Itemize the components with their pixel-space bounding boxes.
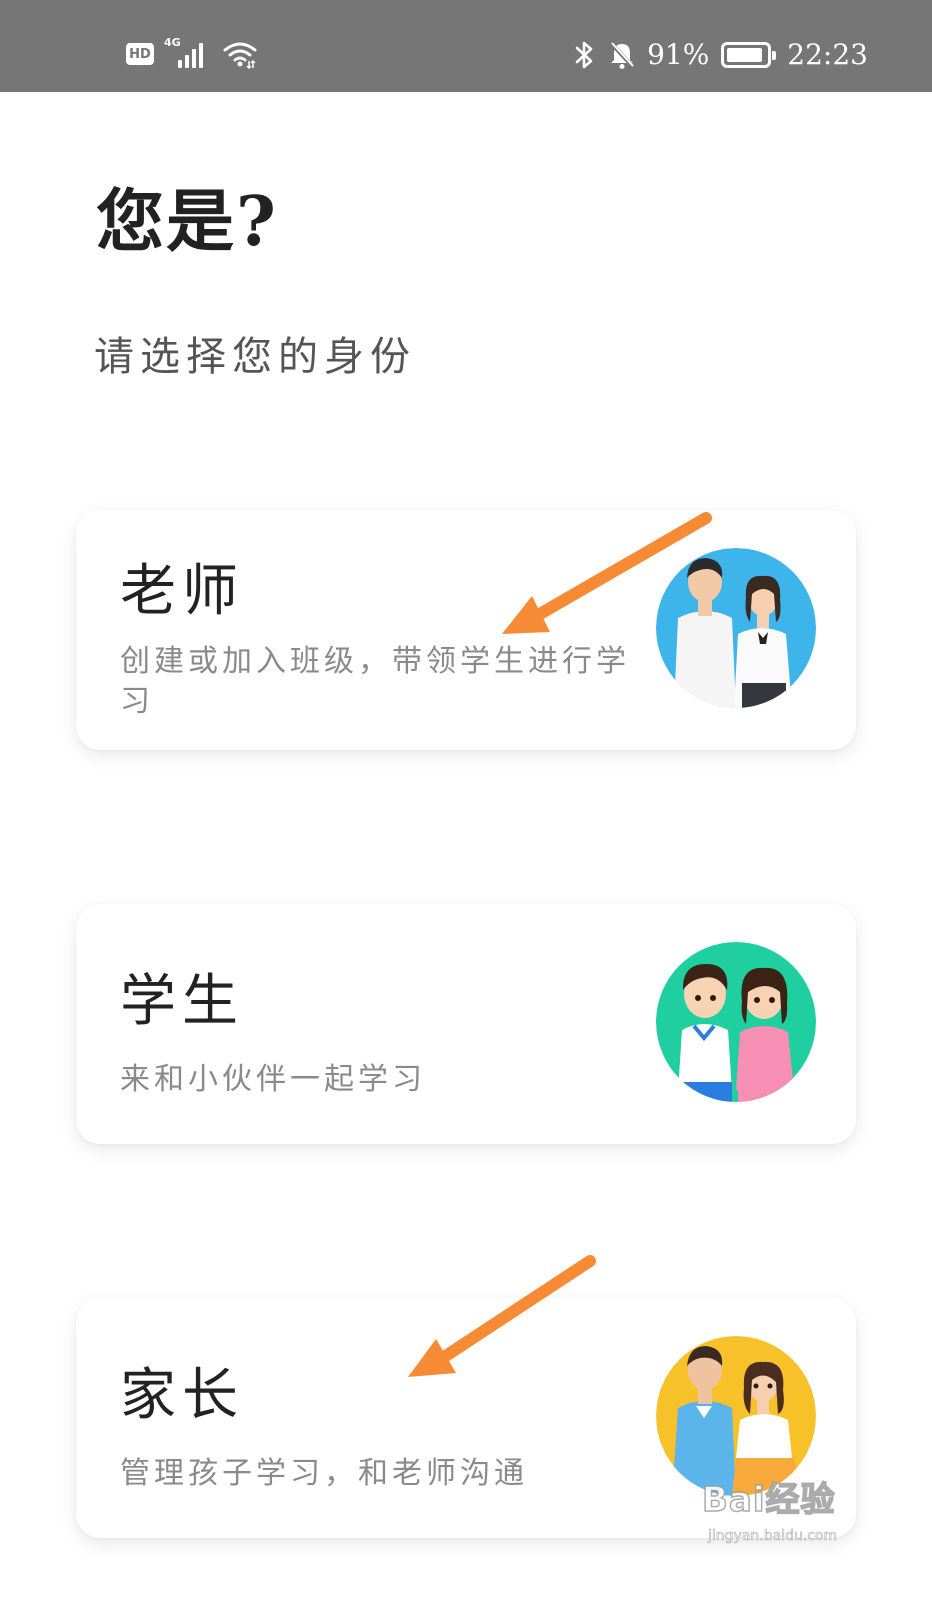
student-avatar-image	[656, 942, 816, 1102]
status-right-group: 91% 22:23	[571, 38, 868, 71]
signal-icon: 4G	[164, 36, 212, 70]
signal-bars	[178, 42, 203, 68]
hd-icon: HD	[126, 43, 154, 65]
watermark-logo: Bai经验	[701, 1479, 836, 1521]
role-description-student: 来和小伙伴一起学习	[120, 1062, 426, 1097]
status-left-group: HD 4G	[126, 36, 258, 70]
baidu-jingyan-watermark: Bai经验 jingyan.baidu.com	[701, 1470, 872, 1560]
bluetooth-icon	[575, 41, 593, 68]
role-description-parent: 管理孩子学习，和老师沟通	[120, 1456, 528, 1491]
role-title-teacher: 老师	[120, 559, 244, 624]
battery-fill	[727, 47, 762, 62]
annotation-arrow-icon	[408, 1255, 596, 1377]
status-bar: HD 4G 91% 22:23	[0, 0, 932, 92]
role-title-student: 学生	[120, 969, 244, 1034]
wifi-icon	[223, 42, 257, 69]
battery-percent: 91%	[647, 38, 710, 71]
role-title-parent: 家长	[120, 1363, 244, 1428]
role-card-teacher[interactable]: 老师 创建或加入班级，带领学生进行学习	[76, 510, 856, 750]
bell-off-icon	[609, 41, 635, 69]
battery-icon	[721, 41, 777, 68]
clock-time: 22:23	[787, 38, 868, 71]
page-title: 您是?	[96, 182, 278, 262]
role-description-teacher: 创建或加入班级，带领学生进行学习	[120, 644, 630, 719]
role-card-student[interactable]: 学生 来和小伙伴一起学习	[76, 904, 856, 1144]
annotation-arrow-icon	[502, 512, 712, 634]
watermark-url: jingyan.baidu.com	[708, 1528, 838, 1545]
page-subtitle: 请选择您的身份	[94, 334, 416, 380]
